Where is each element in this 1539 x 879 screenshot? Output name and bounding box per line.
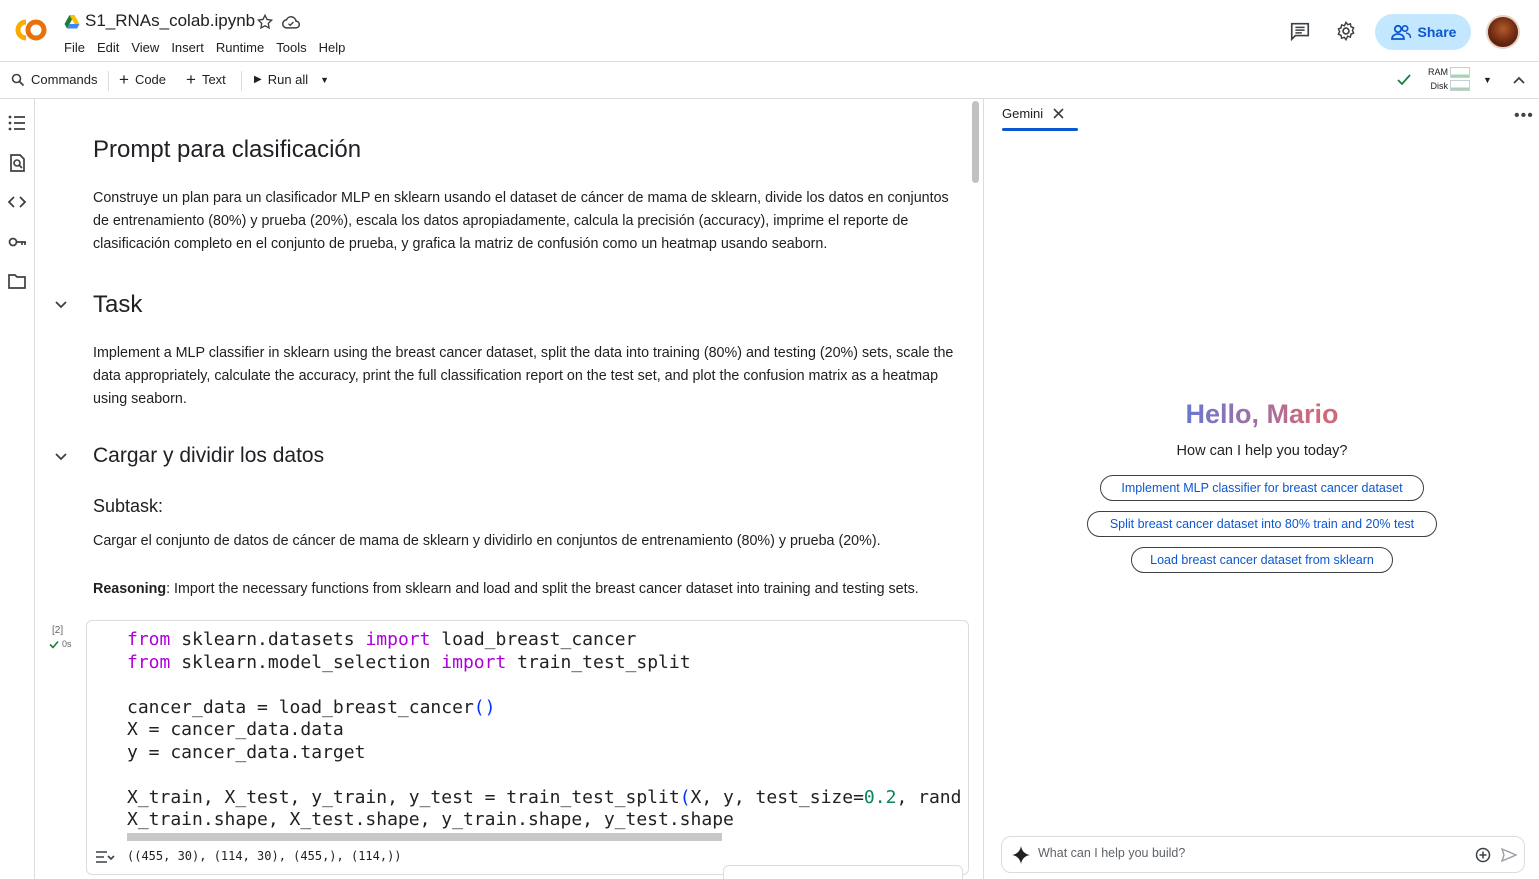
chevron-down-icon[interactable]: ▼ [1483, 75, 1492, 85]
menu-view[interactable]: View [131, 40, 159, 55]
code-line-5[interactable]: X = cancer_data.data [127, 719, 344, 742]
menu-file[interactable]: File [64, 40, 85, 55]
top-header: S1_RNAs_colab.ipynb File Edit View Inser… [0, 0, 1539, 62]
notebook-filename[interactable]: S1_RNAs_colab.ipynb [85, 11, 255, 31]
google-drive-icon[interactable] [64, 14, 80, 30]
collapse-chevron-icon[interactable] [54, 298, 68, 312]
tab-active-indicator [1002, 128, 1078, 131]
comments-icon[interactable] [1289, 20, 1311, 42]
heading-task: Task [93, 291, 143, 318]
execution-time: 0s [62, 639, 72, 649]
more-options-icon[interactable]: ••• [1514, 107, 1534, 125]
cell-action-toolbar[interactable] [723, 865, 963, 879]
reasoning-label: Reasoning [93, 581, 167, 597]
connected-check-icon [1397, 74, 1411, 86]
plus-icon: + [186, 69, 196, 89]
code-line-4[interactable]: cancer_data = load_breast_cancer() [127, 697, 495, 720]
share-label: Share [1417, 24, 1457, 40]
plus-icon: + [119, 69, 129, 89]
menu-insert[interactable]: Insert [171, 40, 204, 55]
suggestion-chip[interactable]: Load breast cancer dataset from sklearn [1131, 547, 1393, 573]
chevron-up-icon[interactable] [1513, 75, 1525, 85]
secrets-key-icon[interactable] [7, 232, 27, 252]
settings-gear-icon[interactable] [1335, 20, 1357, 42]
files-folder-icon[interactable] [7, 271, 27, 291]
suggestion-chip[interactable]: Split breast cancer dataset into 80% tra… [1087, 511, 1437, 537]
code-line-6[interactable]: y = cancer_data.target [127, 742, 365, 765]
ram-meter [1450, 67, 1470, 78]
cell-output: ((455, 30), (114, 30), (455,), (114,)) [127, 849, 402, 863]
notebook-scrollbar[interactable] [972, 101, 979, 183]
notebook-area: Prompt para clasificación Construye un p… [36, 99, 982, 879]
resource-monitor[interactable]: RAM Disk [1420, 65, 1448, 93]
colab-logo[interactable] [12, 16, 50, 44]
collapse-chevron-icon[interactable] [54, 450, 68, 464]
gemini-tab[interactable]: Gemini [1002, 106, 1064, 121]
chevron-down-icon[interactable]: ▼ [320, 75, 329, 85]
disk-meter [1450, 80, 1470, 91]
suggestion-chip[interactable]: Implement MLP classifier for breast canc… [1100, 475, 1424, 501]
gemini-panel: Gemini ••• Hello, Mario How can I help y… [983, 99, 1539, 879]
search-icon [11, 73, 25, 86]
menu-runtime[interactable]: Runtime [216, 40, 264, 55]
output-toggle-icon[interactable] [95, 849, 115, 865]
add-code-button[interactable]: + Code [119, 69, 167, 89]
add-text-button[interactable]: + Text [186, 69, 226, 89]
code-line-2[interactable]: from sklearn.model_selection import trai… [127, 652, 691, 675]
table-of-contents-icon[interactable] [7, 113, 27, 133]
check-icon [49, 640, 59, 649]
code-line-1[interactable]: from sklearn.datasets import load_breast… [127, 629, 636, 652]
code-line-8[interactable]: X_train, X_test, y_train, y_test = train… [127, 787, 961, 810]
star-icon[interactable] [256, 13, 274, 31]
reasoning-text: : Import the necessary functions from sk… [166, 581, 919, 597]
find-replace-icon[interactable] [7, 153, 27, 173]
code-line-9[interactable]: X_train.shape, X_test.shape, y_train.sha… [127, 809, 734, 832]
prompt-paragraph: Construye un plan para un clasificador M… [93, 190, 949, 252]
left-sidebar [0, 99, 35, 879]
notebook-toolbar: Commands + Code + Text ▶ Run all ▼ RAM D… [0, 62, 1539, 99]
gemini-subtitle: How can I help you today? [1176, 443, 1348, 459]
send-icon[interactable] [1501, 848, 1517, 862]
menu-tools[interactable]: Tools [276, 40, 306, 55]
ram-label: RAM [1428, 67, 1448, 77]
task-paragraph: Implement a MLP classifier in sklearn us… [93, 345, 954, 407]
execution-status: 0s [49, 639, 72, 649]
code-label: Code [134, 72, 167, 87]
gemini-tab-label: Gemini [1002, 106, 1044, 121]
cloud-saved-icon[interactable] [281, 13, 301, 31]
gemini-greeting: Hello, Mario [984, 399, 1539, 430]
commands-label: Commands [31, 72, 98, 87]
close-icon[interactable] [1053, 108, 1064, 119]
menu-edit[interactable]: Edit [97, 40, 119, 55]
add-circle-icon[interactable] [1475, 847, 1491, 863]
code-horizontal-scrollbar[interactable] [127, 833, 722, 841]
run-all-label: Run all [267, 72, 309, 87]
toolbar-divider [241, 71, 242, 91]
commands-button[interactable]: Commands [11, 72, 97, 87]
subtask-heading: Subtask: [93, 496, 164, 516]
play-icon: ▶ [254, 74, 262, 85]
gemini-prompt-input[interactable] [1038, 846, 1458, 860]
text-label: Text [201, 72, 226, 87]
user-avatar[interactable] [1486, 15, 1520, 49]
subtask-text: Cargar el conjunto de datos de cáncer de… [93, 533, 881, 549]
disk-label: Disk [1430, 81, 1449, 91]
menu-help[interactable]: Help [319, 40, 346, 55]
toolbar-divider [108, 71, 109, 91]
heading-load-split: Cargar y dividir los datos [93, 444, 325, 467]
gemini-prompt-box[interactable] [1001, 836, 1525, 873]
code-snippets-icon[interactable] [7, 192, 27, 212]
heading-prompt: Prompt para clasificación [93, 136, 362, 163]
reasoning-paragraph: Reasoning: Import the necessary function… [93, 578, 963, 601]
share-button[interactable]: Share [1375, 14, 1471, 50]
menu-bar: File Edit View Insert Runtime Tools Help [64, 40, 357, 55]
execution-count: [2] [52, 625, 64, 636]
people-icon [1390, 24, 1411, 40]
code-cell[interactable]: from sklearn.datasets import load_breast… [86, 620, 969, 875]
gemini-sparkle-icon [1012, 846, 1030, 864]
run-all-button[interactable]: ▶ Run all ▼ [254, 72, 329, 87]
